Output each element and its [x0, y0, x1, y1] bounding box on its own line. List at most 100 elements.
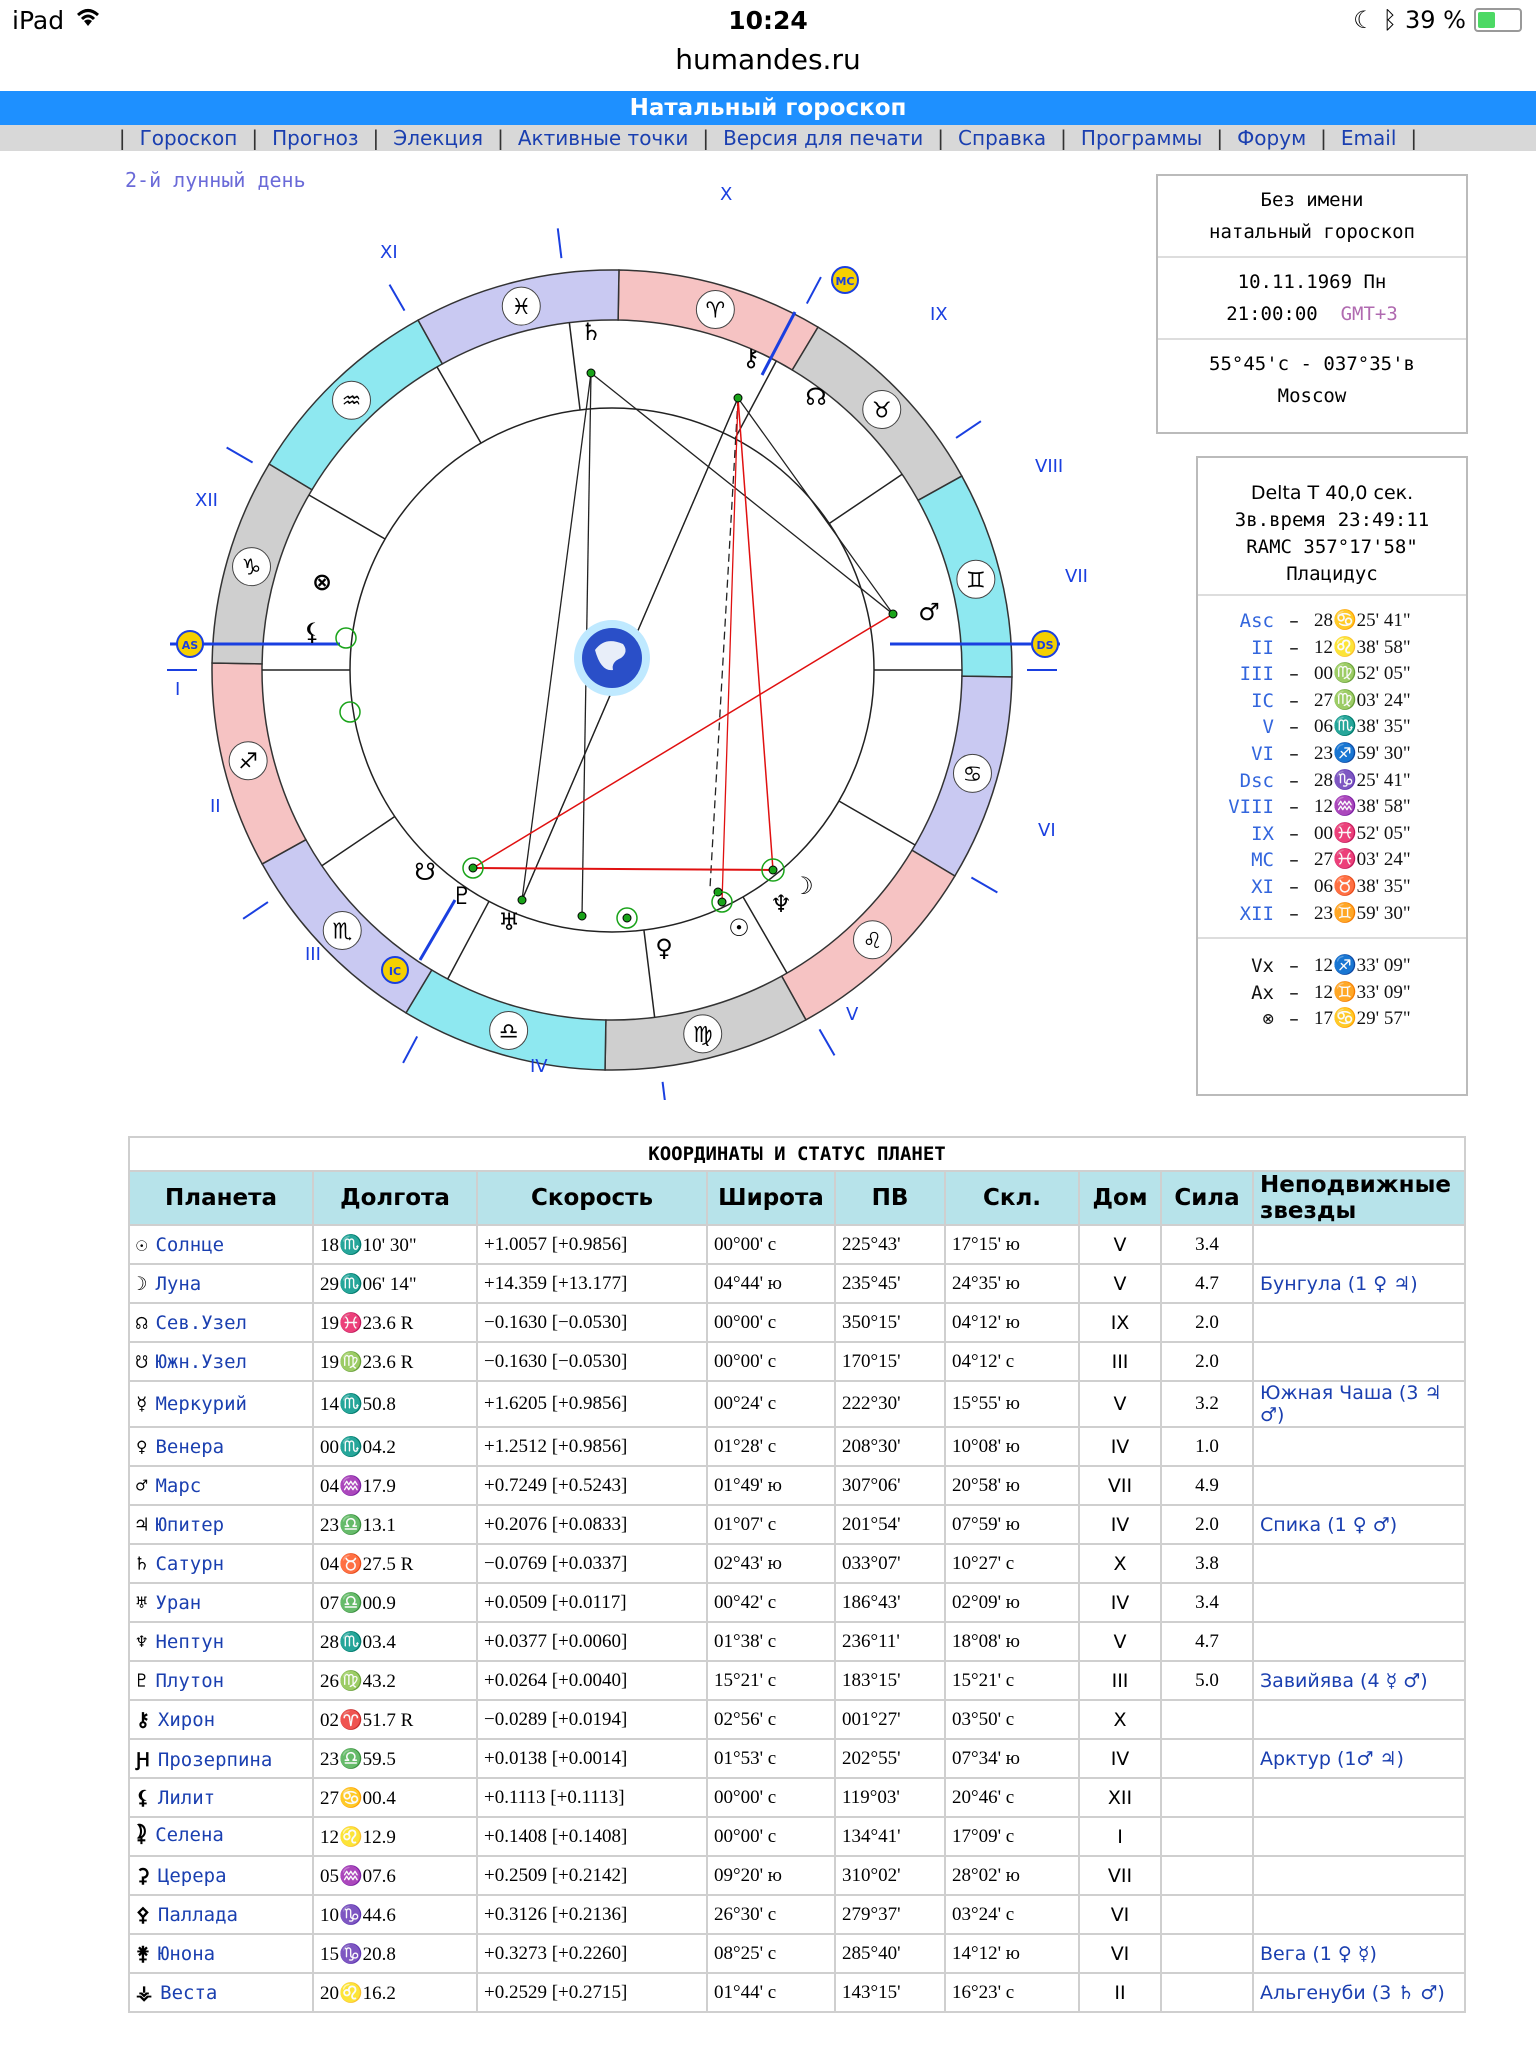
speed-cell: +14.359 [+13.177]: [476, 1263, 708, 1304]
planet-name-link[interactable]: Уран: [155, 1592, 201, 1614]
fixed-star-cell[interactable]: [1252, 1699, 1466, 1740]
zodiac-sign-icon: ♒: [1333, 796, 1357, 818]
nav-link[interactable]: Элекция: [379, 126, 497, 150]
planet-name-link[interactable]: Венера: [155, 1436, 224, 1458]
nav-link[interactable]: Справка: [944, 126, 1060, 150]
nav-link[interactable]: Программы: [1067, 126, 1216, 150]
planet-name-link[interactable]: Хирон: [158, 1709, 215, 1731]
planet-name-link[interactable]: Сев.Узел: [155, 1312, 247, 1334]
nav-link[interactable]: Гороскоп: [126, 126, 252, 150]
planet-name-cell: ♇ Плутон: [128, 1660, 314, 1701]
cusp-row: IX –00♓52' 05": [1198, 821, 1466, 848]
declination-cell: 15°21' с: [944, 1660, 1080, 1701]
person-name: Без имени: [1260, 189, 1364, 211]
fixed-star-cell[interactable]: [1252, 1621, 1466, 1662]
angle-label: AS: [182, 639, 199, 652]
planet-name-link[interactable]: Лилит: [158, 1787, 215, 1809]
cusp-value: 27♓03' 24": [1314, 847, 1411, 874]
speed-cell: +1.6205 [+0.9856]: [476, 1380, 708, 1428]
declination-cell: 03°50' с: [944, 1699, 1080, 1740]
fixed-star-cell[interactable]: Арктур (1♂ ♃): [1252, 1738, 1466, 1779]
planet-name-link[interactable]: Южн.Узел: [155, 1351, 247, 1373]
address-bar[interactable]: humandes.ru: [0, 40, 1536, 88]
declination-cell: 14°12' ю: [944, 1933, 1080, 1974]
planet-name-link[interactable]: Марс: [155, 1475, 201, 1497]
house-marker-line: [805, 276, 822, 305]
planet-position-dot: [622, 913, 632, 923]
fixed-star-cell[interactable]: [1252, 1543, 1466, 1584]
nav-separator: |: [1060, 126, 1067, 150]
fixed-star-cell[interactable]: [1252, 1894, 1466, 1935]
planet-name-link[interactable]: Плутон: [155, 1670, 224, 1692]
nav-link[interactable]: Форум: [1223, 126, 1320, 150]
power-cell: 1.0: [1160, 1426, 1254, 1467]
latitude-cell: 02°56' с: [706, 1699, 836, 1740]
fixed-star-cell[interactable]: [1252, 1341, 1466, 1382]
planet-name-link[interactable]: Юнона: [158, 1943, 215, 1965]
fixed-star-cell[interactable]: [1252, 1465, 1466, 1506]
fixed-star-cell[interactable]: [1252, 1426, 1466, 1467]
planet-name-link[interactable]: Веста: [160, 1982, 217, 2004]
battery-icon: [1474, 8, 1522, 32]
city: Moscow: [1277, 385, 1347, 407]
planet-name-link[interactable]: Меркурий: [155, 1393, 247, 1415]
planet-name-link[interactable]: Прозерпина: [158, 1749, 272, 1771]
column-header: Скорость: [476, 1170, 708, 1226]
planet-name-cell: ♆ Нептун: [128, 1621, 314, 1662]
planet-name-cell: ⚵ Юнона: [128, 1933, 314, 1974]
planet-name-link[interactable]: Луна: [155, 1273, 201, 1295]
nav-link[interactable]: Версия для печати: [709, 126, 937, 150]
declination-cell: 18°08' ю: [944, 1621, 1080, 1662]
planet-glyph-icon: ♃: [136, 1513, 148, 1536]
planet-name-link[interactable]: Сатурн: [155, 1553, 224, 1575]
zodiac-sign-icon: ♑: [1333, 769, 1357, 791]
planet-glyph-icon: ⚵: [136, 1942, 150, 1965]
fixed-star-cell[interactable]: Южная Чаша (3 ♃ ♂): [1252, 1380, 1466, 1428]
angle-label: DS: [1036, 639, 1053, 652]
nav-link[interactable]: Прогноз: [258, 126, 372, 150]
cusp-minutes: 52' 05": [1356, 822, 1411, 844]
planet-name-link[interactable]: Юпитер: [155, 1514, 224, 1536]
cusp-name: Asc: [1239, 610, 1274, 632]
cusp-row: XII –23♊59' 30": [1198, 901, 1466, 928]
fixed-star-cell[interactable]: [1252, 1777, 1466, 1818]
nav-link[interactable]: Email: [1327, 126, 1411, 150]
fixed-star-cell[interactable]: [1252, 1855, 1466, 1896]
fixed-star-cell[interactable]: Бунгула (1 ♀ ♃): [1252, 1263, 1466, 1304]
right-ascension-cell: 350°15': [834, 1302, 946, 1343]
house-marker-line: [388, 284, 406, 312]
fixed-star-cell[interactable]: Спика (1 ♀ ♂): [1252, 1504, 1466, 1545]
fixed-star-cell[interactable]: Завийява (4 ☿ ♂): [1252, 1660, 1466, 1701]
fixed-star-cell[interactable]: [1252, 1816, 1466, 1857]
house-cell: VI: [1078, 1894, 1162, 1935]
nav-link[interactable]: Активные точки: [504, 126, 703, 150]
planet-name-link[interactable]: Селена: [155, 1824, 224, 1846]
fixed-star-cell[interactable]: [1252, 1582, 1466, 1623]
cusp-value: 06♏38' 35": [1314, 714, 1411, 741]
planet-name-link[interactable]: Солнце: [155, 1234, 224, 1256]
planet-name-link[interactable]: Нептун: [155, 1631, 224, 1653]
planet-name-link[interactable]: Паллада: [158, 1904, 238, 1926]
fixed-star-cell[interactable]: [1252, 1224, 1466, 1265]
house-cusp-line: [321, 815, 396, 867]
latitude-cell: 01°53' с: [706, 1738, 836, 1779]
status-bar: iPad 10:24 ☾ ᛒ 39 %: [0, 0, 1536, 40]
cusp-value: 00♓52' 05": [1314, 821, 1411, 848]
ic-axis: [418, 899, 457, 961]
planet-name-link[interactable]: Церера: [158, 1865, 227, 1887]
longitude-cell: 27♋00.4: [312, 1777, 478, 1818]
longitude-cell: 20♌16.2: [312, 1972, 478, 2013]
fixed-star-cell[interactable]: Вега (1 ♀ ☿): [1252, 1933, 1466, 1974]
cusp-value: 23♊59' 30": [1314, 901, 1411, 928]
longitude-cell: 14♏50.8: [312, 1380, 478, 1428]
cusp-name: IX: [1251, 822, 1274, 845]
planet-glyph-icon: ☊: [805, 383, 826, 411]
fixed-star-cell[interactable]: [1252, 1302, 1466, 1343]
fixed-star-cell[interactable]: Альгенуби (3 ♄ ♂): [1252, 1972, 1466, 2013]
planet-row: ⚷ Хирон 02♈51.7 R −0.0289 [+0.0194] 02°56' с…: [128, 1699, 1466, 1740]
dash: –: [1289, 955, 1299, 978]
right-ascension-cell: 183°15': [834, 1660, 946, 1701]
cusp-name: V: [1262, 716, 1274, 739]
right-ascension-cell: 202°55': [834, 1738, 946, 1779]
longitude-cell: 02♈51.7 R: [312, 1699, 478, 1740]
